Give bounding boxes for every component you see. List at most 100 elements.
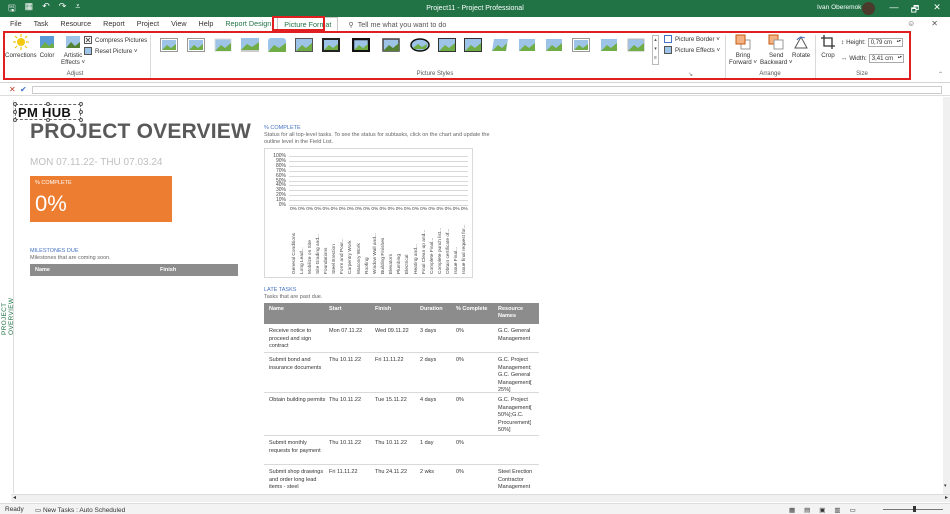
column-header-start: Start [329, 306, 342, 312]
width-stepper[interactable]: ↔ Width: 3,41 cm [841, 54, 904, 63]
table-row[interactable]: Obtain building permits Thu 10.11.22 Tue 1… [264, 393, 539, 436]
horizontal-scrollbar[interactable]: ◂ ▸ [11, 494, 950, 502]
user-name[interactable]: Ivan Oberemok [817, 4, 861, 11]
resize-handle[interactable] [13, 102, 17, 106]
close-button[interactable]: ✕ [926, 2, 948, 13]
restore-button[interactable]: 🗗 [904, 2, 926, 18]
dialog-launcher-icon[interactable]: ↘ [688, 71, 693, 78]
picture-style-6[interactable] [295, 38, 313, 52]
picture-style-5[interactable] [268, 38, 286, 52]
undo-icon[interactable]: ↶ [42, 1, 50, 17]
picture-style-17[interactable] [600, 38, 618, 52]
picture-style-9[interactable] [382, 38, 400, 52]
calendar-icon[interactable]: ▦ [25, 1, 34, 17]
milestones-subtitle[interactable]: Milestones that are coming soon. [30, 255, 111, 261]
tab-view[interactable]: View [165, 17, 192, 31]
resize-handle[interactable] [13, 110, 17, 114]
rotate-button[interactable]: Rotate [792, 34, 810, 59]
picture-effects-button[interactable]: Picture Effects ˅ [664, 46, 720, 54]
tell-me-box[interactable]: ⚲ Tell me what you want to do [348, 20, 446, 29]
picture-style-18[interactable] [627, 38, 645, 52]
late-tasks-title[interactable]: LATE TASKS [264, 287, 296, 293]
scroll-down-icon[interactable]: ▾ [944, 483, 947, 489]
percent-complete-section-title[interactable]: % COMPLETE [264, 125, 301, 131]
redo-icon[interactable]: ↷ [59, 1, 67, 17]
confirm-entry-icon[interactable]: ✔ [20, 85, 27, 94]
bring-forward-button[interactable]: Bring Forward ˅ [729, 34, 757, 66]
height-input[interactable]: 0,79 cm [867, 38, 903, 47]
picture-style-11[interactable] [438, 38, 456, 52]
milestones-title[interactable]: MILESTONES DUE [30, 248, 79, 254]
tab-project[interactable]: Project [131, 17, 165, 31]
collapse-ribbon-icon[interactable]: ⌃ [938, 71, 943, 78]
color-button[interactable]: Color [39, 34, 55, 59]
table-cell-pct: 0% [456, 469, 464, 475]
tab-picture-format[interactable]: Picture Format [277, 17, 339, 31]
resize-handle[interactable] [13, 118, 17, 122]
picture-style-2[interactable] [187, 38, 205, 52]
scroll-left-icon[interactable]: ◂ [13, 494, 16, 501]
page-title[interactable]: PROJECT OVERVIEW [30, 120, 251, 144]
artistic-effects-button[interactable]: Artistic Effects ˅ [61, 34, 85, 66]
chart-x-tick: Obtain certificate of... [446, 228, 452, 274]
chart-gridline [289, 180, 468, 182]
percent-complete-card[interactable]: % COMPLETE 0% [30, 176, 172, 222]
compress-pictures-button[interactable]: Compress Pictures [84, 36, 147, 44]
picture-style-4[interactable] [241, 38, 259, 52]
entry-input[interactable] [32, 86, 942, 94]
height-icon: ↕ [841, 39, 845, 46]
resize-handle[interactable] [79, 102, 83, 106]
milestones-table-header[interactable]: Name Finish [30, 264, 238, 276]
send-backward-button[interactable]: Send Backward ˅ [760, 34, 793, 66]
chart-data-label: 0% [322, 207, 330, 212]
gallery-scroll[interactable]: ▴ ▾ ≡ [652, 35, 659, 65]
close-window-icon[interactable]: ✕ [931, 19, 938, 28]
picture-style-10[interactable] [410, 38, 430, 52]
reset-picture-button[interactable]: Reset Picture ˅ [84, 47, 137, 55]
chart-gridline [289, 175, 468, 177]
minimize-button[interactable]: — [883, 2, 905, 12]
table-cell-name: Receive notice to proceed and sign contr… [269, 328, 312, 349]
scroll-right-icon[interactable]: ▸ [945, 494, 948, 501]
picture-style-16[interactable] [572, 38, 590, 52]
new-tasks-mode[interactable]: ▭ New Tasks : Auto Scheduled [35, 506, 125, 514]
crop-button[interactable]: Crop [820, 34, 836, 59]
picture-style-14[interactable] [518, 38, 536, 52]
width-input[interactable]: 3,41 cm [868, 54, 904, 63]
tab-report[interactable]: Report [97, 17, 131, 31]
picture-style-3[interactable] [214, 38, 232, 52]
tab-help[interactable]: Help [193, 17, 220, 31]
table-cell-name: Submit monthly requests for payment [269, 440, 321, 454]
view-shortcuts[interactable]: ▦▤▣▥▭ [789, 506, 865, 514]
picture-style-8[interactable] [352, 38, 370, 52]
zoom-slider-handle[interactable] [913, 506, 916, 512]
picture-style-13[interactable] [491, 38, 509, 52]
resize-handle[interactable] [46, 102, 50, 106]
table-row[interactable]: Receive notice to proceed and sign contr… [264, 324, 539, 353]
tab-file[interactable]: File [4, 17, 28, 31]
ribbon-display-icon[interactable]: ☺ [907, 19, 915, 28]
picture-style-7[interactable] [322, 38, 340, 52]
customize-toolbar-icon[interactable]: ⩡ [75, 1, 80, 17]
picture-border-button[interactable]: Picture Border ˅ [664, 35, 720, 43]
vertical-scrollbar[interactable]: ▾ [943, 97, 950, 494]
tab-resource[interactable]: Resource [54, 17, 97, 31]
table-row[interactable]: Submit monthly requests for payment Thu 1… [264, 436, 539, 465]
project-dates[interactable]: MON 07.11.22- THU 07.03.24 [30, 157, 162, 168]
chart-x-tick: Foundations [324, 247, 330, 274]
avatar[interactable] [862, 2, 875, 15]
picture-style-12[interactable] [464, 38, 482, 52]
tab-task[interactable]: Task [28, 17, 55, 31]
percent-complete-chart[interactable]: 100% 90% 80% 70% 60% 50% 40% 30% 20% 10% 0% 0% Gener… [264, 148, 473, 278]
table-cell-duration: 3 days [420, 328, 437, 334]
tab-report-design[interactable]: Report Design [219, 17, 277, 31]
resize-handle[interactable] [79, 110, 83, 114]
save-icon[interactable]: 🖫 [8, 1, 16, 17]
picture-style-1[interactable] [160, 38, 178, 52]
cancel-entry-icon[interactable]: ✕ [9, 85, 16, 94]
chart-data-label: 0% [387, 207, 395, 212]
picture-style-15[interactable] [545, 38, 563, 52]
height-stepper[interactable]: ↕ Height: 0,79 cm [841, 38, 903, 47]
table-row[interactable]: Submit bond and insurance documents Thu 1… [264, 353, 539, 393]
corrections-button[interactable]: Corrections [5, 34, 37, 59]
